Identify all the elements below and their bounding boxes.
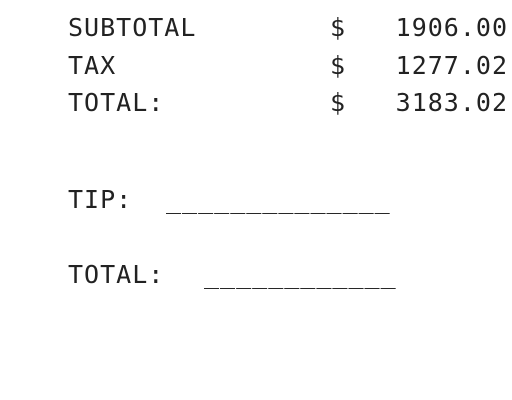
tip-row: TIP: ______________ [68, 184, 508, 216]
grand-total-row: TOTAL: ____________ [68, 259, 508, 291]
tax-currency-symbol: $ [330, 51, 347, 80]
subtotal-row: SUBTOTAL $ 1906.00 [68, 12, 508, 44]
tip-blank-line: ______________ [166, 185, 391, 214]
total-label: TOTAL: [68, 88, 165, 117]
subtotal-label: SUBTOTAL [68, 13, 197, 42]
tip-label: TIP: [68, 185, 133, 214]
grand-total-label: TOTAL: [68, 260, 165, 289]
receipt: SUBTOTAL $ 1906.00 TAX $ 1277.02 TOTAL: … [0, 0, 512, 400]
subtotal-currency-symbol: $ [330, 13, 347, 42]
tax-label: TAX [68, 51, 117, 80]
total-currency-symbol: $ [330, 88, 347, 117]
subtotal-amount: 1906.00 [395, 13, 508, 42]
tax-row: TAX $ 1277.02 [68, 50, 508, 82]
total-row: TOTAL: $ 3183.02 [68, 87, 508, 119]
tax-amount: 1277.02 [395, 51, 508, 80]
grand-total-blank-line: ____________ [204, 260, 397, 289]
total-amount: 3183.02 [395, 88, 508, 117]
